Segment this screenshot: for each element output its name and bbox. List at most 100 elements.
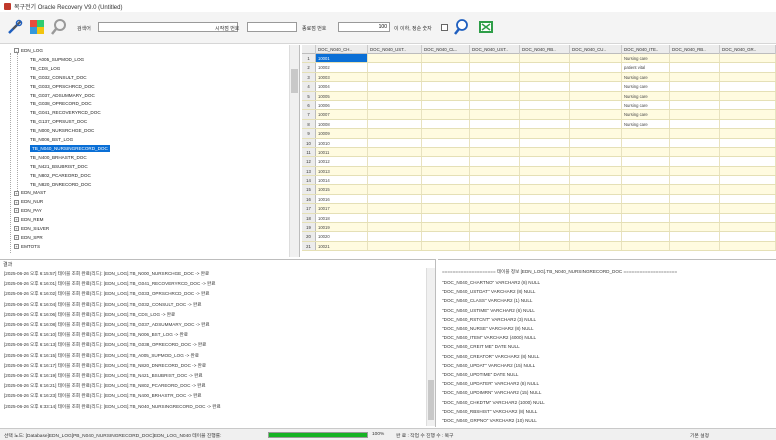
tree-item[interactable]: + EDN_NUR: [14, 198, 43, 205]
grid-cell[interactable]: [570, 194, 622, 204]
grid-cell[interactable]: [720, 119, 776, 129]
grid-column-header[interactable]: DOC_N040_RB..: [520, 45, 570, 54]
table-row[interactable]: 1 10001 Nursing care: [302, 54, 776, 64]
table-row[interactable]: 18 10018: [302, 213, 776, 224]
table-row[interactable]: 13 10013: [302, 166, 776, 177]
grid-cell[interactable]: [470, 110, 520, 119]
grid-cell[interactable]: [570, 223, 622, 232]
grid-cell[interactable]: [368, 232, 422, 241]
tree-item[interactable]: TB_N400_BRHASTR_DOC: [30, 154, 87, 161]
tree-item[interactable]: TB_N820_DNRECORD_DOC: [30, 181, 91, 188]
grid-cell[interactable]: [368, 223, 422, 232]
grid-cell[interactable]: [368, 129, 422, 138]
grid-cell[interactable]: [520, 91, 570, 100]
grid-cell[interactable]: 10002: [316, 63, 368, 72]
row-number[interactable]: 2: [302, 63, 316, 72]
grid-cell[interactable]: 10020: [316, 232, 368, 241]
grid-cell[interactable]: [670, 82, 720, 91]
grid-column-header[interactable]: [302, 45, 316, 54]
grid-cell[interactable]: 10011: [316, 147, 368, 157]
grid-cell[interactable]: [670, 147, 720, 157]
grid-cell[interactable]: [520, 129, 570, 138]
grid-cell[interactable]: [622, 176, 670, 185]
tree-item[interactable]: + EDN_SPR: [14, 234, 43, 241]
row-number[interactable]: 16: [302, 194, 316, 204]
row-number[interactable]: 3: [302, 72, 316, 82]
grid-cell[interactable]: [622, 129, 670, 138]
grid-cell[interactable]: [368, 147, 422, 157]
row-number[interactable]: 15: [302, 185, 316, 194]
grid-cell[interactable]: [422, 119, 470, 129]
grid-cell[interactable]: Nursing care: [622, 119, 670, 129]
grid-cell[interactable]: 10021: [316, 241, 368, 251]
tools-icon[interactable]: [6, 18, 24, 36]
log-scroll-thumb[interactable]: [428, 380, 434, 420]
grid-cell[interactable]: [470, 91, 520, 100]
grid-cell[interactable]: [470, 185, 520, 194]
grid-cell[interactable]: Nursing care: [622, 82, 670, 91]
grid-cell[interactable]: [470, 241, 520, 251]
grid-cell[interactable]: [622, 213, 670, 223]
tree-item[interactable]: TB_N000_NURSRCHGE_DOC: [30, 127, 94, 134]
grid-cell[interactable]: [670, 213, 720, 223]
grid-cell[interactable]: [670, 119, 720, 129]
grid-cell[interactable]: [520, 147, 570, 157]
grid-cell[interactable]: [670, 91, 720, 100]
grid-cell[interactable]: [670, 72, 720, 82]
grid-cell[interactable]: [520, 72, 570, 82]
grid-cell[interactable]: [368, 204, 422, 213]
grid-cell[interactable]: [422, 110, 470, 119]
grid-cell[interactable]: [520, 194, 570, 204]
grid-cell[interactable]: [520, 204, 570, 213]
grid-cell[interactable]: [670, 63, 720, 72]
grid-cell[interactable]: [670, 241, 720, 251]
grid-cell[interactable]: [520, 176, 570, 185]
grid-cell[interactable]: [422, 72, 470, 82]
grid-cell[interactable]: [570, 63, 622, 72]
grid-cell[interactable]: Nursing care: [622, 91, 670, 100]
row-number[interactable]: 6: [302, 100, 316, 110]
grid-cell[interactable]: [470, 223, 520, 232]
grid-column-header[interactable]: DOC_N040_UST..: [368, 45, 422, 54]
grid-cell[interactable]: [622, 166, 670, 176]
grid-cell[interactable]: Nursing care: [622, 110, 670, 119]
grid-cell[interactable]: [670, 157, 720, 166]
grid-cell[interactable]: [720, 213, 776, 223]
grid-cell[interactable]: [368, 110, 422, 119]
grid-cell[interactable]: [720, 185, 776, 194]
grid-cell[interactable]: 10016: [316, 194, 368, 204]
grid-cell[interactable]: [720, 204, 776, 213]
grid-cell[interactable]: [470, 204, 520, 213]
grid-cell[interactable]: [720, 63, 776, 72]
tree-item[interactable]: TB_N040_NURSINGRECORD_DOC: [30, 144, 110, 152]
row-number[interactable]: 17: [302, 204, 316, 213]
grid-cell[interactable]: [520, 166, 570, 176]
grid-cell[interactable]: [520, 110, 570, 119]
grid-cell[interactable]: [422, 166, 470, 176]
grid-cell[interactable]: [422, 185, 470, 194]
grid-cell[interactable]: [470, 82, 520, 91]
table-row[interactable]: 16 10016: [302, 194, 776, 205]
grid-cell[interactable]: [622, 241, 670, 251]
grid-cell[interactable]: [720, 176, 776, 185]
grid-cell[interactable]: [720, 129, 776, 138]
grid-cell[interactable]: [422, 194, 470, 204]
expand-icon[interactable]: +: [14, 217, 19, 223]
grid-cell[interactable]: [520, 119, 570, 129]
search-icon[interactable]: [50, 18, 68, 36]
grid-cell[interactable]: [422, 241, 470, 251]
collapse-icon[interactable]: -: [14, 48, 19, 54]
grid-cell[interactable]: [422, 100, 470, 110]
tree-scroll-thumb[interactable]: [291, 69, 298, 93]
grid-cell[interactable]: [422, 223, 470, 232]
grid-cell[interactable]: 10013: [316, 166, 368, 176]
grid-cell[interactable]: [470, 194, 520, 204]
grid-cell[interactable]: [720, 157, 776, 166]
grid-cell[interactable]: [368, 213, 422, 223]
grid-cell[interactable]: [570, 185, 622, 194]
grid-cell[interactable]: [670, 232, 720, 241]
expand-icon[interactable]: +: [14, 235, 19, 241]
row-number[interactable]: 19: [302, 223, 316, 232]
grid-cell[interactable]: [570, 204, 622, 213]
tree-item[interactable]: TB_A005_SUPMOD_LOG: [30, 56, 84, 63]
